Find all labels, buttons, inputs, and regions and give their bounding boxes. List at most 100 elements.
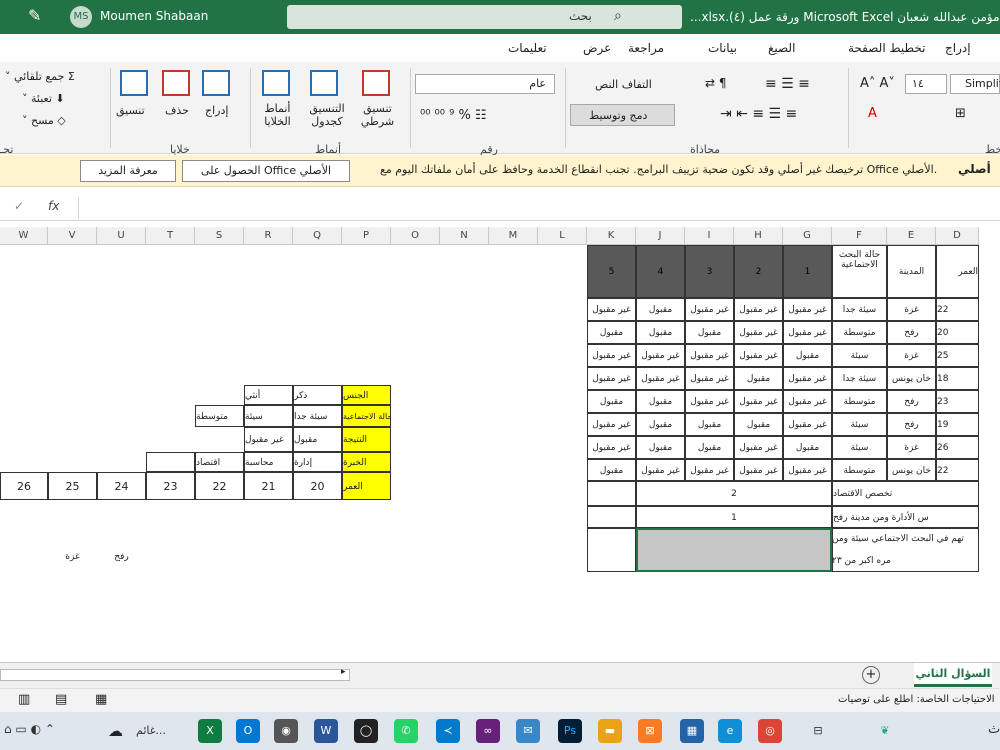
table-header-g[interactable]: 1 (783, 245, 832, 298)
table-cell[interactable]: رفح (887, 413, 936, 436)
conditional-format-icon[interactable] (362, 70, 390, 96)
number-format-icons[interactable]: ⁰⁰ ⁰⁰ ⁹ % ☷ (420, 108, 487, 123)
table-cell[interactable]: غير مقبول (587, 436, 636, 459)
table-cell[interactable]: 23 (936, 390, 979, 413)
page-layout-icon[interactable]: ▥ (18, 692, 30, 707)
horizontal-scrollbar[interactable]: ▸ (0, 667, 350, 681)
formula-input[interactable] (78, 197, 1000, 219)
format-cells-button[interactable]: تنسيق (116, 104, 145, 117)
column-header-p[interactable]: P (342, 227, 391, 245)
column-header-s[interactable]: S (195, 227, 244, 245)
table-cell[interactable]: غير مقبول (587, 367, 636, 390)
cloud-icon[interactable]: ☁ (108, 722, 123, 740)
wrap-text-button[interactable]: التفاف النص (595, 78, 652, 91)
learn-more-button[interactable]: معرفة المزيد (80, 160, 176, 182)
table-cell[interactable]: غير مقبول (734, 298, 783, 321)
criteria-age-value[interactable]: 26 (0, 472, 48, 500)
tab-review[interactable]: مراجعة (628, 41, 664, 55)
table-cell[interactable]: مقبول (587, 321, 636, 344)
table-cell[interactable]: غير مقبول (636, 459, 685, 481)
table-cell[interactable]: سيئة جدا (832, 367, 887, 390)
table-cell[interactable]: غير مقبول (783, 413, 832, 436)
column-header-u[interactable]: U (97, 227, 146, 245)
cell-styles-button[interactable]: أنماط الخلايا (255, 102, 300, 128)
get-genuine-button[interactable]: الحصول على Office الأصلي (182, 160, 350, 182)
criteria-value[interactable]: أنثي (244, 385, 293, 405)
criteria-age-value[interactable]: 23 (146, 472, 195, 500)
table-cell[interactable]: غير مقبول (587, 298, 636, 321)
table-cell[interactable]: سيئة (832, 436, 887, 459)
criteria-age-value[interactable]: 24 (97, 472, 146, 500)
fx-icon[interactable]: fx (48, 199, 59, 213)
question-text[interactable]: تخصص الاقتصاد (832, 481, 979, 506)
delete-cells-icon[interactable] (162, 70, 190, 96)
merge-center-button[interactable]: دمج وتوسيط (570, 104, 675, 126)
font-name-select[interactable]: Simplifi (950, 74, 1000, 94)
normal-view-icon[interactable]: ▦ (95, 692, 107, 707)
criteria-city[interactable]: رفح (97, 547, 146, 567)
fill-button[interactable]: ˅ تعبئة ⬇ (22, 92, 65, 105)
cell[interactable] (587, 528, 636, 572)
insert-cells-button[interactable]: إدراج (205, 104, 228, 117)
column-header-n[interactable]: N (440, 227, 489, 245)
align-top-icon[interactable]: ≡ ☰ ≡ (765, 76, 810, 92)
autosum-button[interactable]: ˅ جمع تلقائي Σ (5, 70, 75, 83)
table-header-d[interactable]: العمر (936, 245, 979, 298)
selected-range[interactable] (636, 528, 832, 572)
chrome-icon[interactable]: ◎ (758, 719, 782, 743)
tab-help[interactable]: تعليمات (508, 41, 547, 55)
file-explorer-icon[interactable]: ▬ (598, 719, 622, 743)
table-cell[interactable]: مقبول (734, 367, 783, 390)
table-header-i[interactable]: 3 (685, 245, 734, 298)
indent-icon[interactable]: ⇄ ¶ (705, 76, 727, 90)
criteria-value[interactable]: مقبول (293, 427, 342, 452)
table-cell[interactable]: غزة (887, 298, 936, 321)
excel-icon[interactable]: X (198, 719, 222, 743)
table-cell[interactable]: غير مقبول (783, 367, 832, 390)
clear-button[interactable]: ˅ مسح ◇ (22, 114, 66, 127)
table-cell[interactable]: غير مقبول (587, 413, 636, 436)
table-cell[interactable]: مقبول (636, 390, 685, 413)
table-cell[interactable]: مقبول (783, 436, 832, 459)
pen-icon[interactable]: ✎ (28, 6, 41, 25)
table-cell[interactable]: 22 (936, 298, 979, 321)
conditional-format-button[interactable]: تنسيق شرطي (355, 102, 400, 128)
tab-view[interactable]: عرض (583, 41, 611, 55)
column-header-d[interactable]: D (936, 227, 979, 245)
criteria-value[interactable]: اقتصاد (195, 452, 244, 472)
format-table-button[interactable]: التنسيق كجدول (303, 102, 351, 128)
table-cell[interactable]: متوسطة (832, 459, 887, 481)
table-cell[interactable]: غير مقبول (734, 436, 783, 459)
criteria-city[interactable]: غزة (48, 547, 97, 567)
column-header-i[interactable]: I (685, 227, 734, 245)
worksheet-grid[interactable]: WVUTSRQPONMLKJIHGFED العمر المدينة حالة ال… (0, 227, 1000, 660)
criteria-value[interactable]: سيئة (244, 405, 293, 427)
table-cell[interactable]: مقبول (636, 436, 685, 459)
check-icon[interactable]: ✓ (14, 199, 24, 213)
criteria-age-value[interactable]: 20 (293, 472, 342, 500)
whatsapp-icon[interactable]: ✆ (394, 719, 418, 743)
table-cell[interactable]: مقبول (636, 321, 685, 344)
criteria-age-value[interactable]: 21 (244, 472, 293, 500)
criteria-value[interactable]: ذكر (293, 385, 342, 405)
column-header-h[interactable]: H (734, 227, 783, 245)
column-header-q[interactable]: Q (293, 227, 342, 245)
table-cell[interactable]: 22 (936, 459, 979, 481)
criteria-value[interactable]: سيئة جدا (293, 405, 342, 427)
table-cell[interactable]: متوسطة (832, 390, 887, 413)
cell[interactable] (587, 506, 636, 528)
column-header-t[interactable]: T (146, 227, 195, 245)
align-center-icon[interactable]: ⇥ ⇤ ≡ ☰ ≡ (720, 106, 797, 122)
table-cell[interactable]: غير مقبول (685, 298, 734, 321)
table-cell[interactable]: غير مقبول (783, 298, 832, 321)
table-cell[interactable]: غزة (887, 344, 936, 367)
table-cell[interactable]: سيئة (832, 344, 887, 367)
criteria-label-gender[interactable]: الجنس (342, 385, 391, 405)
table-cell[interactable]: 20 (936, 321, 979, 344)
table-cell[interactable]: غير مقبول (636, 367, 685, 390)
sheet-tab-active[interactable]: السؤال الثاني (914, 663, 992, 687)
vscode-icon[interactable]: ≺ (436, 719, 460, 743)
answer-value[interactable]: 2 (636, 481, 832, 506)
table-cell[interactable]: خان يونس (887, 367, 936, 390)
cell[interactable] (832, 528, 979, 572)
